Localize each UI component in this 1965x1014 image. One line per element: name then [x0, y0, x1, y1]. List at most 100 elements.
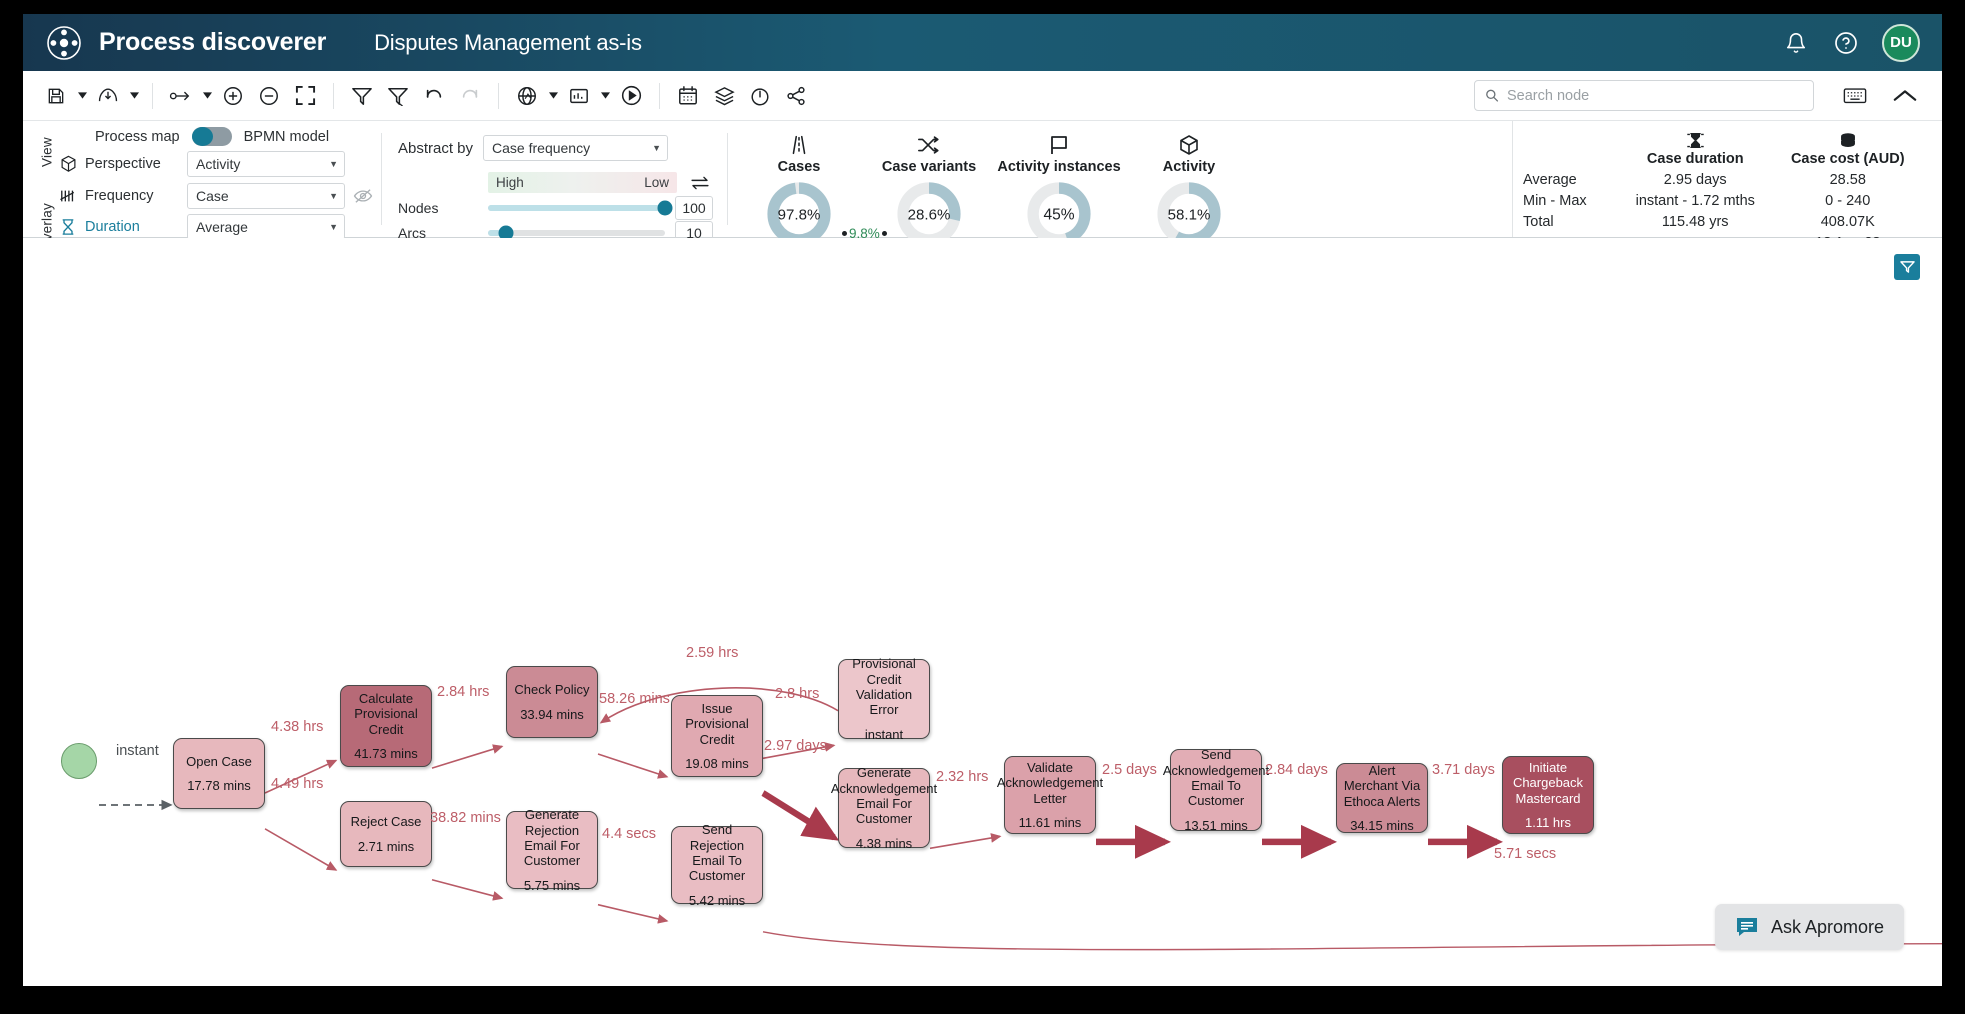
edge-label-issue-genack: 2.97 days — [764, 738, 827, 754]
bell-icon[interactable] — [1782, 29, 1810, 57]
abstract-by-row: Abstract by Case frequency ▼ — [398, 135, 713, 161]
case-stats-table: Case duration Case cost (AUD) Average 2.… — [1512, 121, 1942, 237]
layers-icon[interactable] — [707, 79, 741, 113]
toolbar-divider — [498, 83, 499, 109]
zoom-out-icon[interactable] — [252, 79, 286, 113]
edge-calc-check — [432, 746, 502, 768]
kpi-donuts: Cases 97.8% 14.3K/14.6K 9.8% — [728, 121, 1512, 237]
chevron-down-icon: ▼ — [329, 159, 338, 169]
edge-label-reject-genrej: 38.82 mins — [430, 810, 501, 826]
avatar[interactable]: DU — [1882, 24, 1920, 62]
node-provisional-credit-validation-error[interactable]: Provisional Credit Validation Error inst… — [838, 659, 930, 739]
collapse-icon[interactable] — [1888, 79, 1922, 113]
node-issue-provisional-credit[interactable]: Issue Provisional Credit 19.08 mins — [671, 695, 763, 777]
node-send-rejection-email-to-customer[interactable]: Send Rejection Email To Customer 5.42 mi… — [671, 826, 763, 904]
scale-high-label: High — [496, 175, 524, 190]
keyboard-icon[interactable] — [1838, 79, 1872, 113]
brand-title: Process discoverer — [99, 28, 326, 57]
cube-icon — [57, 154, 79, 174]
save-dropdown-caret[interactable] — [75, 79, 89, 113]
overlay-row-frequency: Frequency Case ▼ — [57, 183, 375, 209]
node-alert-merchant-via-ethoca-alerts[interactable]: Alert Merchant Via Ethoca Alerts 34.15 m… — [1336, 763, 1428, 833]
node-name: Check Policy — [509, 682, 594, 697]
node-initiate-chargeback-mastercard[interactable]: Initiate Chargeback Mastercard 1.11 hrs — [1502, 756, 1594, 834]
flag-icon — [994, 131, 1124, 159]
node-name: Generate Acknowledgement Email For Custo… — [826, 765, 942, 826]
play-icon[interactable] — [614, 79, 648, 113]
stats-icon[interactable] — [562, 79, 596, 113]
animate-icon[interactable] — [510, 79, 544, 113]
animate-dropdown-caret[interactable] — [546, 79, 560, 113]
edge-label-sendrej-offscreen: 5.71 secs — [1494, 846, 1556, 862]
perspective-value: Activity — [196, 156, 240, 172]
perspective-select[interactable]: Activity ▼ — [187, 151, 345, 177]
row-label: Average — [1523, 172, 1619, 188]
edge-label-genrej-sendrej: 4.4 secs — [602, 826, 656, 842]
node-generate-acknowledgement-email-for-customer[interactable]: Generate Acknowledgement Email For Custo… — [838, 768, 930, 848]
chevron-down-icon: ▼ — [329, 222, 338, 232]
app-header: Process discoverer Disputes Management a… — [23, 14, 1942, 71]
fit-screen-icon[interactable] — [288, 79, 322, 113]
frequency-select[interactable]: Case ▼ — [187, 183, 345, 209]
node-check-policy[interactable]: Check Policy 33.94 mins — [506, 666, 598, 738]
node-calculate-provisional-credit[interactable]: Calculate Provisional Credit 41.73 mins — [340, 685, 432, 767]
process-map-canvas[interactable]: Open Case 17.78 mins Calculate Provision… — [23, 238, 1942, 986]
path-icon[interactable] — [164, 79, 198, 113]
abstraction-panel: Abstract by Case frequency ▼ High Low — [382, 121, 727, 237]
row-duration: instant - 1.72 mths — [1619, 193, 1772, 209]
swap-direction-icon[interactable] — [687, 173, 713, 193]
performance-icon[interactable] — [743, 79, 777, 113]
filter-icon[interactable] — [345, 79, 379, 113]
clear-filter-icon[interactable] — [381, 79, 415, 113]
abstract-by-select[interactable]: Case frequency ▼ — [483, 135, 668, 161]
node-name: Open Case — [181, 754, 257, 769]
apromore-logo-icon — [45, 24, 83, 62]
kpi-percent: 58.1% — [1168, 206, 1211, 223]
edge-layer — [23, 238, 1942, 986]
view-mode-toggle[interactable] — [192, 127, 232, 146]
save-icon[interactable] — [39, 79, 73, 113]
node-duration: 11.61 mins — [1019, 815, 1082, 830]
node-generate-rejection-email-for-customer[interactable]: Generate Rejection Email For Customer 5.… — [506, 811, 598, 889]
start-event-node[interactable] — [61, 743, 97, 779]
chevron-down-icon: ▼ — [329, 191, 338, 201]
share-icon[interactable] — [779, 79, 813, 113]
arcs-slider[interactable] — [488, 230, 665, 236]
calendar-icon[interactable] — [671, 79, 705, 113]
node-name: Initiate Chargeback Mastercard — [1503, 760, 1593, 806]
undo-icon[interactable] — [417, 79, 451, 113]
search-node-box[interactable] — [1474, 80, 1814, 111]
filter-active-icon[interactable] — [1894, 254, 1920, 280]
edge-open-reject — [265, 829, 336, 870]
node-duration: instant — [865, 727, 903, 742]
document-title: Disputes Management as-is — [374, 30, 642, 56]
node-validate-acknowledgement-letter[interactable]: Validate Acknowledgement Letter 11.61 mi… — [1004, 756, 1096, 834]
node-name: Alert Merchant Via Ethoca Alerts — [1337, 763, 1427, 809]
stats-dropdown-caret[interactable] — [598, 79, 612, 113]
search-input[interactable] — [1507, 88, 1803, 104]
nodes-slider-value[interactable]: 100 — [675, 196, 713, 220]
edge-label-issue-error: 2.8 hrs — [775, 686, 819, 702]
path-dropdown-caret[interactable] — [200, 79, 214, 113]
bpmn-model-label: BPMN model — [244, 129, 329, 145]
ask-apromore-button[interactable]: Ask Apromore — [1715, 904, 1904, 950]
export-icon[interactable] — [91, 79, 125, 113]
nodes-slider[interactable] — [488, 205, 665, 211]
export-dropdown-caret[interactable] — [127, 79, 141, 113]
row-label: Total — [1523, 214, 1619, 230]
search-icon — [1485, 88, 1499, 103]
duration-select[interactable]: Average ▼ — [187, 214, 345, 240]
node-duration: 5.42 mins — [689, 893, 745, 908]
zoom-in-icon[interactable] — [216, 79, 250, 113]
help-icon[interactable] — [1832, 29, 1860, 57]
node-reject-case[interactable]: Reject Case 2.71 mins — [340, 801, 432, 867]
edge-label-open-reject: 4.49 hrs — [271, 776, 323, 792]
node-open-case[interactable]: Open Case 17.78 mins — [173, 738, 265, 809]
overlay-row-duration: Duration Average ▼ — [57, 214, 375, 240]
edge-label-check-issue: 58.26 mins — [599, 691, 670, 707]
kpi-title: Case variants — [864, 160, 994, 176]
perspective-label: Perspective — [85, 156, 181, 172]
node-send-acknowledgement-email-to-customer[interactable]: Send Acknowledgement Email To Customer 1… — [1170, 749, 1262, 831]
frequency-visibility-eye-icon[interactable] — [351, 185, 375, 207]
case-duration-header: Case duration — [1619, 129, 1772, 167]
